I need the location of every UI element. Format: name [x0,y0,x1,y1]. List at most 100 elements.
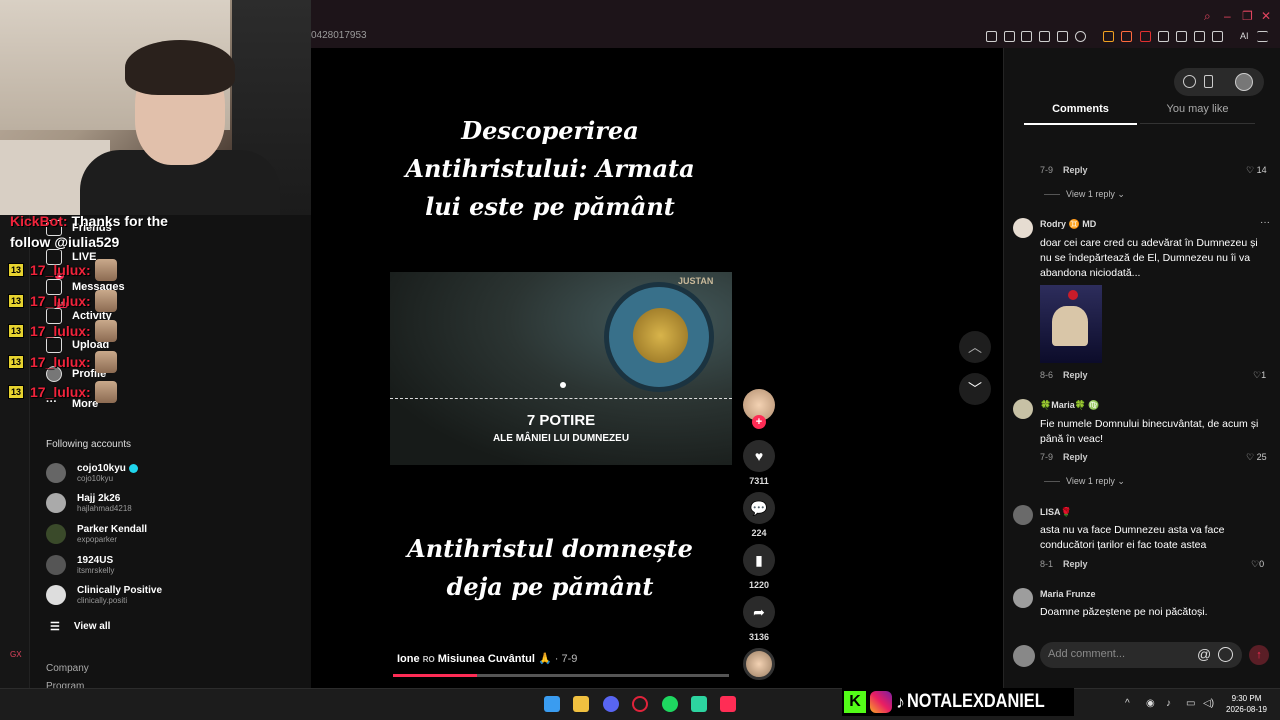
instagram-icon [870,691,892,713]
comment-like[interactable]: ♡ 25 [1246,452,1267,463]
emoji-icon[interactable] [1218,647,1233,662]
previous-video-button[interactable]: ︿ [959,331,991,363]
restore-icon[interactable]: ❐ [1242,9,1253,23]
comment-meta: 7-9 Reply [1040,165,1088,175]
following-account[interactable]: Parker Kendall expoparker [46,524,147,544]
video-title-top: Descoperirea Antihristului: Armata lui e… [405,116,695,221]
avatar[interactable] [1013,588,1033,608]
puzzle-icon[interactable] [1176,31,1187,42]
video-frame[interactable]: JUSTAN 7 POTIRE ALE MÂNIEI LUI DUMNEZEU [390,272,732,465]
video-author[interactable]: Ione RO Misiunea Cuvântul 🙏 · 7-9 [397,652,577,665]
audio-waveform [390,398,732,402]
comment-like[interactable]: ♡ 14 [1246,165,1267,176]
url-fragment[interactable]: 0428017953 [311,30,367,41]
share-icon[interactable] [1194,31,1205,42]
comment-button[interactable]: 💬 [743,492,775,524]
gx-label: GX [10,650,22,659]
extension-icon[interactable] [1140,31,1151,42]
bookmark-icon[interactable] [986,31,997,42]
clock[interactable]: 9:30 PM 2026-08-19 [1226,693,1267,715]
bookmark-icon: ▮ [755,551,763,568]
reply-button[interactable]: Reply [1063,370,1088,380]
chat-line: 13 17_lulux: [8,320,117,342]
windows-start-icon[interactable] [544,696,560,712]
close-icon[interactable]: ✕ [1261,9,1271,23]
follow-button[interactable]: + [752,415,766,429]
company-link[interactable]: Company [46,663,89,674]
discord-tray-icon[interactable]: ◉ [1146,698,1155,709]
following-account[interactable]: 1924US itsmrskelly [46,555,114,575]
following-account[interactable]: Clinically Positive clinically.positi [46,585,162,605]
following-account[interactable]: cojo10kyu cojo10kyu [46,463,138,483]
avatar[interactable] [1013,399,1033,419]
shield-icon[interactable] [1158,31,1169,42]
file-explorer-icon[interactable] [573,696,589,712]
opera-gx-icon[interactable] [632,696,648,712]
cat-emote-icon [94,259,117,281]
view-all-link[interactable]: ☰ View all [50,620,110,633]
brand-name: NOTALEXDANIEL [907,691,1045,712]
tiktok-icon[interactable] [720,696,736,712]
screenshot-icon[interactable] [1004,31,1015,42]
comment-author[interactable]: LISA🌹 [1040,507,1072,518]
add-comment-input[interactable]: Add comment... [1040,642,1242,668]
frame-caption-small: ALE MÂNIEI LUI DUMNEZEU [492,433,630,444]
user-avatar[interactable] [1235,73,1253,91]
play-icon[interactable] [1057,31,1068,42]
tab-comments[interactable]: Comments [1024,103,1137,125]
rose-image [1068,290,1078,300]
phone-icon[interactable] [1204,75,1213,88]
more-options-icon[interactable]: ··· [1260,217,1270,228]
video-title-bottom: Antihristul domnește deja pe pământ [407,534,693,601]
comment-meta: 8-6 Reply [1040,370,1088,380]
save-button[interactable]: ▮ [743,544,775,576]
reply-button[interactable]: Reply [1063,559,1088,569]
arrow-up-icon: ↑ [1256,649,1262,661]
like-button[interactable]: ♥ [743,440,775,472]
share-button[interactable]: ➦ [743,596,775,628]
download-icon[interactable] [1212,31,1223,42]
chevron-up-icon[interactable]: ^ [1125,698,1130,709]
comment-text: Doamne păzeștene pe noi păcătoși. [1040,606,1208,618]
compass-icon[interactable] [1183,75,1196,88]
view-replies-button[interactable]: View 1 reply ⌄ [1044,476,1125,487]
minimize-icon[interactable]: – [1224,9,1231,23]
extension-icon[interactable] [1121,31,1132,42]
shield-icon[interactable] [1021,31,1032,42]
spotify-icon[interactable] [662,696,678,712]
avatar[interactable] [1013,218,1033,238]
microphone-icon[interactable]: ♪ [1166,698,1171,709]
tab-you-may-like[interactable]: You may like [1140,103,1255,124]
discord-icon[interactable] [603,696,619,712]
network-icon[interactable]: ▭ [1186,698,1195,709]
reply-button[interactable]: Reply [1063,452,1088,462]
cat-emote-icon [94,381,117,403]
following-account[interactable]: Hajj 2k26 hajlahmad4218 [46,493,132,513]
view-replies-button[interactable]: View 1 reply ⌄ [1044,189,1125,200]
search-icon[interactable]: ⌕ [1204,9,1211,24]
ai-button[interactable]: AI [1240,31,1249,41]
mention-icon[interactable]: @ [1197,646,1211,662]
comment-author[interactable]: 🍀Maria🍀 ♍ [1040,400,1100,411]
next-video-button[interactable]: ﹀ [959,373,991,405]
music-disc[interactable] [743,648,775,680]
menu-icon[interactable] [1257,31,1268,42]
reply-button[interactable]: Reply [1063,165,1088,175]
volume-icon[interactable]: ◁) [1203,698,1214,709]
avatar [46,493,66,513]
extension-icon[interactable] [1103,31,1114,42]
comment-like[interactable]: ♡0 [1251,559,1264,570]
praying-hands-image [1052,306,1088,346]
send-button[interactable]: ↑ [1249,645,1269,665]
video-progress-fill [393,674,477,677]
app-icon[interactable] [691,696,707,712]
list-icon: ☰ [50,621,60,633]
heart-icon[interactable] [1075,31,1086,42]
comment-author[interactable]: Rodry ♊ MD [1040,219,1096,230]
like-count: 7311 [749,476,769,486]
translate-icon[interactable] [1039,31,1050,42]
share-icon: ➦ [753,603,765,620]
comment-like[interactable]: ♡1 [1253,370,1266,381]
avatar[interactable] [1013,505,1033,525]
comment-author[interactable]: Maria Frunze [1040,589,1096,599]
